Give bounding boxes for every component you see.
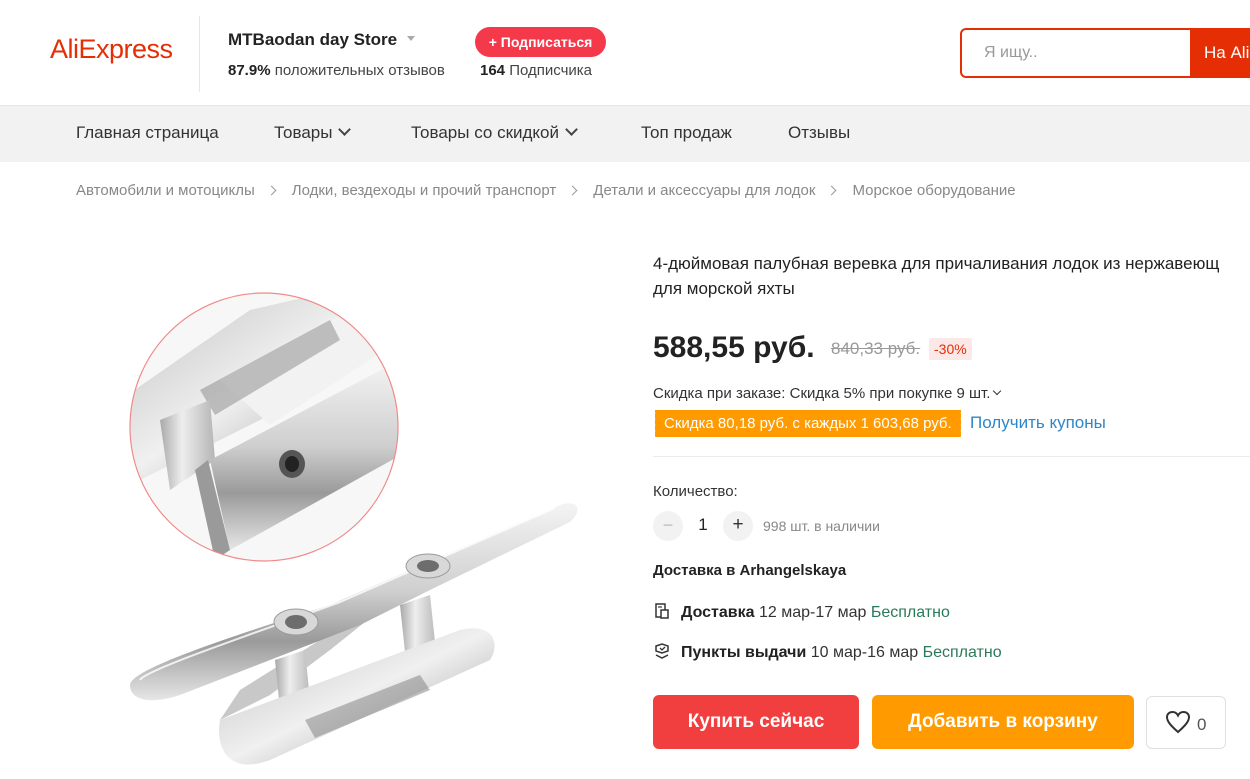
product-title-line: 4-дюймовая палубная веревка для причалив… xyxy=(653,254,1220,273)
chevron-down-icon xyxy=(993,386,1002,396)
shipping-dates: 10 мар-16 мар xyxy=(810,644,919,661)
nav-item-home[interactable]: Главная страница xyxy=(76,123,219,143)
ship-to[interactable]: Доставка в Arhangelskaya xyxy=(653,562,846,579)
shipping-row-delivery: Доставка 12 мар-17 мар Бесплатно xyxy=(653,602,950,622)
buy-now-button[interactable]: Купить сейчас xyxy=(653,695,859,749)
header: AliExpress MTBaodan day Store 87.9% поло… xyxy=(0,0,1250,106)
discount-badge: -30% xyxy=(929,338,972,360)
wishlist-count: 0 xyxy=(1197,715,1207,734)
chevron-right-icon xyxy=(567,185,578,196)
shipping-price: Бесплатно xyxy=(870,604,950,621)
product-price: 588,55 руб. xyxy=(653,331,815,364)
shipping-dates: 12 мар-17 мар xyxy=(758,604,867,621)
store-name[interactable]: MTBaodan day Store xyxy=(228,30,397,50)
nav-item-products[interactable]: Товары xyxy=(274,123,352,143)
quantity-increase-button[interactable]: + xyxy=(723,511,753,541)
nav-item-reviews[interactable]: Отзывы xyxy=(788,123,850,143)
search-button[interactable]: На Ali xyxy=(1190,30,1250,76)
store-followers: 164 Подписчика xyxy=(480,62,592,79)
wishlist-button[interactable]: 0 xyxy=(1146,696,1226,749)
breadcrumb-item[interactable]: Морское оборудование xyxy=(852,182,1015,199)
add-to-cart-button[interactable]: Добавить в корзину xyxy=(872,695,1134,749)
store-nav: Главная страница Товары Товары со скидко… xyxy=(0,106,1250,162)
shipping-label: Доставка xyxy=(681,604,755,621)
nav-item-sale[interactable]: Товары со скидкой xyxy=(411,123,578,143)
store-rating-label: положительных отзывов xyxy=(274,62,445,79)
shipping-label: Пункты выдачи xyxy=(681,644,807,661)
followers-label: Подписчика xyxy=(509,62,593,79)
delivery-icon xyxy=(655,603,669,619)
get-coupons-link[interactable]: Получить купоны xyxy=(970,413,1106,433)
nav-item-label: Главная страница xyxy=(76,123,219,142)
divider xyxy=(653,456,1250,457)
followers-count: 164 xyxy=(480,62,506,79)
order-discount-text: Скидка при заказе: Скидка 5% при покупке… xyxy=(653,385,991,402)
aliexpress-logo[interactable]: AliExpress xyxy=(50,34,173,65)
chevron-down-icon xyxy=(565,123,578,136)
boat-cleat-image[interactable] xyxy=(100,250,610,779)
breadcrumb-item[interactable]: Лодки, вездеходы и прочий транспорт xyxy=(292,182,557,199)
quantity-decrease-button[interactable]: − xyxy=(653,511,683,541)
breadcrumb: Автомобили и мотоциклы Лодки, вездеходы и… xyxy=(76,182,1016,199)
pickup-point-icon xyxy=(655,643,669,659)
stock-text: 998 шт. в наличии xyxy=(763,518,880,534)
coupon-tag: Скидка 80,18 руб. с каждых 1 603,68 руб. xyxy=(653,410,961,437)
nav-item-label: Товары xyxy=(274,123,333,142)
quantity-label: Количество: xyxy=(653,483,738,500)
shipping-row-pickup: Пункты выдачи 10 мар-16 мар Бесплатно xyxy=(653,642,1002,662)
nav-item-label: Товары со скидкой xyxy=(411,123,560,142)
header-divider xyxy=(199,16,200,92)
product-title-line: для морской яхты xyxy=(653,279,795,298)
search-box: На Ali xyxy=(960,28,1250,78)
chevron-right-icon xyxy=(827,185,837,196)
chevron-right-icon xyxy=(266,185,277,196)
breadcrumb-item[interactable]: Автомобили и мотоциклы xyxy=(76,182,255,199)
breadcrumb-item[interactable]: Детали и аксессуары для лодок xyxy=(593,182,815,199)
shipping-price: Бесплатно xyxy=(922,644,1002,661)
nav-item-label: Отзывы xyxy=(788,123,851,142)
store-caret-down-icon[interactable] xyxy=(407,36,415,41)
chevron-down-icon xyxy=(338,123,352,136)
nav-item-top-sales[interactable]: Топ продаж xyxy=(641,123,732,143)
store-rating: 87.9% положительных отзывов xyxy=(228,62,445,79)
follow-button[interactable]: + Подписаться xyxy=(475,27,606,57)
heart-icon xyxy=(1165,710,1191,734)
store-rating-value: 87.9% xyxy=(228,62,271,79)
order-discount[interactable]: Скидка при заказе: Скидка 5% при покупке… xyxy=(653,385,1002,402)
nav-item-label: Топ продаж xyxy=(641,123,732,142)
product-title: 4-дюймовая палубная веревка для причалив… xyxy=(653,251,1250,301)
search-input[interactable] xyxy=(962,30,1190,76)
quantity-value[interactable]: 1 xyxy=(693,515,713,535)
product-old-price: 840,33 руб. xyxy=(831,339,921,358)
